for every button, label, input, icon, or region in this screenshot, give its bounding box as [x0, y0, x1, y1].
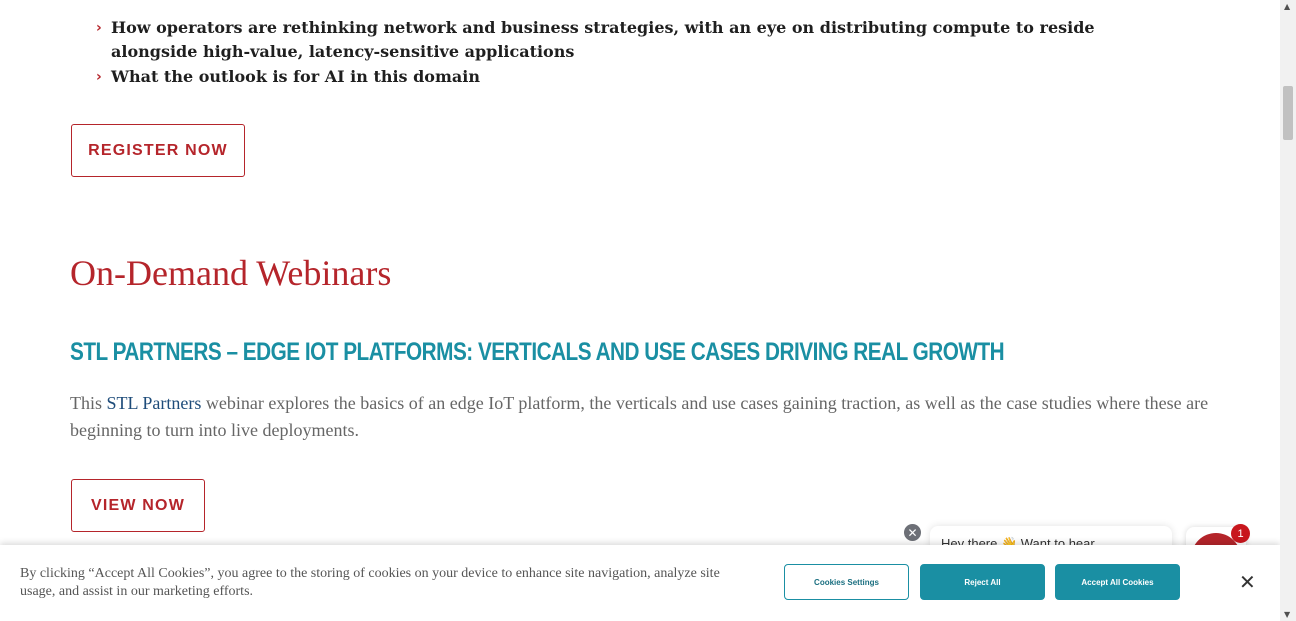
page: › How operators are rethinking network a…	[0, 0, 1280, 621]
cookie-banner: By clicking “Accept All Cookies”, you ag…	[0, 545, 1280, 621]
list-item: › How operators are rethinking network a…	[96, 16, 1166, 64]
close-icon[interactable]: ✕	[1239, 570, 1256, 594]
accept-all-cookies-button[interactable]: Accept All Cookies	[1055, 564, 1180, 600]
section-title: On-Demand Webinars	[70, 253, 392, 293]
chat-notification-badge: 1	[1231, 524, 1250, 543]
chevron-right-icon: ›	[96, 69, 102, 85]
list-item-text: What the outlook is for AI in this domai…	[111, 67, 480, 86]
chevron-right-icon: ›	[96, 20, 102, 36]
vertical-scrollbar[interactable]: ▲ ▼	[1280, 0, 1296, 621]
webinar-description: This STL Partners webinar explores the b…	[70, 390, 1220, 444]
webinar-title-link[interactable]: STL PARTNERS – EDGE IOT PLATFORMS: VERTI…	[70, 338, 1005, 367]
cookies-settings-button[interactable]: Cookies Settings	[784, 564, 909, 600]
chat-close-icon[interactable]: ✕	[903, 523, 922, 542]
feature-list: › How operators are rethinking network a…	[96, 16, 1166, 90]
description-prefix: This	[70, 393, 107, 413]
register-now-button[interactable]: REGISTER NOW	[71, 124, 245, 177]
description-suffix: webinar explores the basics of an edge I…	[70, 393, 1209, 440]
scrollbar-thumb[interactable]	[1283, 86, 1293, 140]
view-now-button[interactable]: VIEW NOW	[71, 479, 205, 532]
stl-partners-link[interactable]: STL Partners	[107, 393, 202, 413]
reject-all-button[interactable]: Reject All	[920, 564, 1045, 600]
cookie-consent-text: By clicking “Accept All Cookies”, you ag…	[20, 566, 720, 599]
scroll-down-icon[interactable]: ▼	[1284, 610, 1290, 619]
list-item: › What the outlook is for AI in this dom…	[96, 65, 1166, 89]
list-item-text: How operators are rethinking network and…	[111, 18, 1095, 61]
scroll-up-icon[interactable]: ▲	[1284, 2, 1290, 11]
